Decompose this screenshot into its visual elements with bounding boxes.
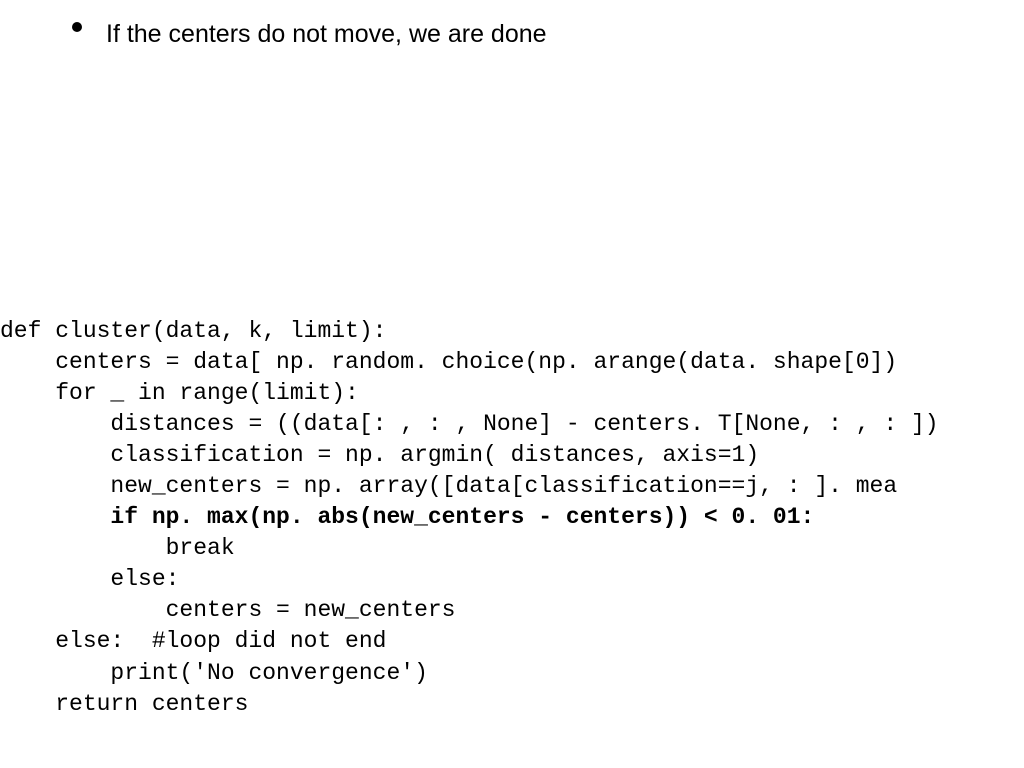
code-line: new_centers = np. array([data[classifica… [0,473,897,499]
code-line: else: #loop did not end [0,628,386,654]
code-line: for _ in range(limit): [0,380,359,406]
code-line: return centers [0,691,248,717]
bullet-text: If the centers do not move, we are done [106,18,547,51]
code-line-bold: if np. max(np. abs(new_centers - centers… [0,504,814,530]
code-line: centers = new_centers [0,597,455,623]
code-line: def cluster(data, k, limit): [0,318,386,344]
code-line: distances = ((data[: , : , None] - cente… [0,411,939,437]
code-line: break [0,535,235,561]
slide: If the centers do not move, we are done … [0,0,1024,768]
code-line: print('No convergence') [0,660,428,686]
bullet-dot-icon [72,22,82,32]
code-line: classification = np. argmin( distances, … [0,442,759,468]
code-line: centers = data[ np. random. choice(np. a… [0,349,897,375]
code-line: else: [0,566,179,592]
code-block: def cluster(data, k, limit): centers = d… [0,316,939,720]
bullet-item: If the centers do not move, we are done [72,18,547,51]
